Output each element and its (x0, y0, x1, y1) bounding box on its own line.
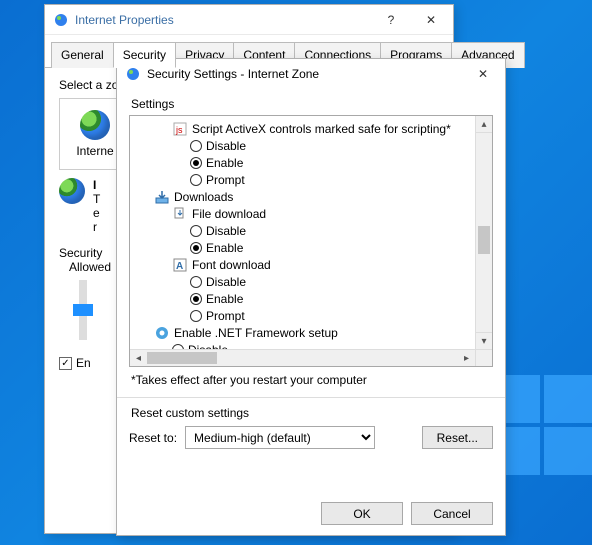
parent-titlebar[interactable]: Internet Properties ? ✕ (45, 5, 453, 35)
option-label: Prompt (206, 309, 245, 323)
globe-icon (80, 110, 110, 140)
radio-icon[interactable] (190, 293, 202, 305)
option-label: Enable (206, 292, 243, 306)
item-label: Enable .NET Framework setup (174, 326, 338, 340)
security-level-slider[interactable] (79, 280, 87, 340)
cancel-button[interactable]: Cancel (411, 502, 493, 525)
tree-option[interactable]: Disable (136, 222, 473, 239)
help-button[interactable]: ? (371, 6, 411, 34)
radio-icon[interactable] (190, 242, 202, 254)
close-button[interactable]: ✕ (411, 6, 451, 34)
tree-option[interactable]: Disable (136, 341, 473, 349)
desktop-decoration (492, 375, 592, 475)
tree-option[interactable]: Prompt (136, 307, 473, 324)
option-label: Enable (206, 241, 243, 255)
reset-level-combo[interactable]: Medium-high (default) (185, 426, 375, 449)
reset-group-label: Reset custom settings (131, 406, 493, 420)
option-label: Disable (206, 224, 246, 238)
reset-to-label: Reset to: (129, 431, 177, 445)
slider-thumb[interactable] (73, 304, 93, 316)
option-label: Disable (206, 275, 246, 289)
dotnet-icon (154, 325, 170, 341)
tree-item[interactable]: File download (136, 205, 473, 222)
tree-option[interactable]: Enable (136, 154, 473, 171)
vertical-scrollbar[interactable]: ▴ ▾ (475, 116, 492, 349)
horizontal-scrollbar[interactable]: ◂ ▸ (130, 349, 475, 366)
zone-heading: I (93, 178, 100, 192)
ok-button[interactable]: OK (321, 502, 403, 525)
option-label: Enable (206, 156, 243, 170)
scroll-thumb[interactable] (478, 226, 490, 254)
radio-icon[interactable] (190, 140, 202, 152)
tree-option[interactable]: Prompt (136, 171, 473, 188)
file-download-icon (172, 206, 188, 222)
script-icon: js (172, 121, 188, 137)
security-settings-dialog: Security Settings - Internet Zone ✕ Sett… (116, 58, 506, 536)
option-label: Disable (206, 139, 246, 153)
reset-button[interactable]: Reset... (422, 426, 493, 449)
tree-option[interactable]: Enable (136, 290, 473, 307)
globe-icon (59, 178, 85, 204)
download-icon (154, 189, 170, 205)
item-label: Script ActiveX controls marked safe for … (192, 122, 451, 136)
close-button[interactable]: ✕ (463, 60, 503, 88)
radio-icon[interactable] (190, 310, 202, 322)
option-label: Prompt (206, 173, 245, 187)
svg-text:A: A (176, 261, 183, 272)
child-title: Security Settings - Internet Zone (147, 67, 463, 81)
enable-protected-mode-checkbox[interactable]: ✓ En (59, 356, 91, 370)
font-download-icon: A (172, 257, 188, 273)
svg-text:js: js (175, 125, 183, 135)
radio-icon[interactable] (190, 225, 202, 237)
scroll-right-icon[interactable]: ▸ (458, 353, 475, 364)
scroll-down-icon[interactable]: ▾ (476, 332, 492, 349)
tab-general[interactable]: General (51, 42, 114, 68)
scroll-left-icon[interactable]: ◂ (130, 353, 147, 364)
parent-title: Internet Properties (75, 13, 371, 27)
item-label: Font download (192, 258, 271, 272)
radio-icon[interactable] (190, 174, 202, 186)
radio-icon[interactable] (190, 157, 202, 169)
settings-tree-view[interactable]: js Script ActiveX controls marked safe fo… (130, 116, 475, 349)
scroll-thumb[interactable] (147, 352, 217, 364)
internet-options-icon (125, 66, 141, 82)
tree-option[interactable]: Disable (136, 273, 473, 290)
tree-option[interactable]: Enable (136, 239, 473, 256)
tree-option[interactable]: Disable (136, 137, 473, 154)
item-label: Downloads (174, 190, 233, 204)
scroll-up-icon[interactable]: ▴ (476, 116, 492, 133)
tree-item[interactable]: A Font download (136, 256, 473, 273)
tab-security[interactable]: Security (113, 42, 176, 68)
settings-tree: js Script ActiveX controls marked safe fo… (129, 115, 493, 367)
item-label: File download (192, 207, 266, 221)
settings-group-label: Settings (131, 97, 493, 111)
zone-label: Interne (76, 144, 113, 158)
internet-options-icon (53, 12, 69, 28)
tree-item[interactable]: Enable .NET Framework setup (136, 324, 473, 341)
radio-icon[interactable] (190, 276, 202, 288)
checkbox-icon: ✓ (59, 357, 72, 370)
restart-note: *Takes effect after you restart your com… (131, 373, 491, 387)
tree-item[interactable]: Downloads (136, 188, 473, 205)
tree-item[interactable]: js Script ActiveX controls marked safe fo… (136, 120, 473, 137)
